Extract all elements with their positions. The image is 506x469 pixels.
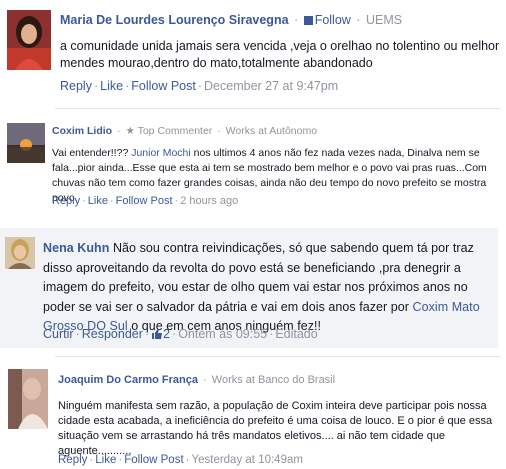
comment-actions: Curtir · Responder · 2 · Ontem às 09:55 · Editad… — [43, 327, 318, 343]
timestamp[interactable]: Ontem às 09:55 — [178, 327, 267, 341]
reply-link[interactable]: Reply — [52, 195, 80, 207]
comment-actions: Reply · Like · Follow Post · 2 hours ago — [52, 195, 239, 207]
thumbs-up-icon — [151, 328, 163, 343]
like-count[interactable]: 2 — [163, 327, 170, 341]
author-name[interactable]: Maria De Lourdes Lourenço Siravegna — [60, 13, 289, 27]
mention-link[interactable]: Junior Mochi — [131, 147, 191, 159]
comment-coxim-lidio: Coxim Lidio · ★ Top Commenter · Works at… — [0, 112, 506, 220]
comment-maria: Maria De Lourdes Lourenço Siravegna · Fo… — [0, 0, 506, 107]
author-name[interactable]: Nena Kuhn — [43, 241, 109, 255]
like-link[interactable]: Like — [88, 195, 108, 207]
like-link[interactable]: Like — [95, 454, 116, 466]
follow-icon — [303, 16, 313, 25]
comment-text: Ninguém manifesta sem razão, a população… — [58, 400, 493, 457]
like-link[interactable]: Like — [100, 79, 123, 93]
avatar[interactable] — [8, 369, 48, 429]
comment-header: Joaquim Do Carmo França · Works at Banco… — [58, 374, 336, 386]
avatar[interactable] — [7, 10, 51, 70]
timestamp[interactable]: December 27 at 9:47pm — [204, 79, 338, 93]
follow-post-link[interactable]: Follow Post — [124, 454, 183, 466]
text-part: Vai entender!!?? — [52, 147, 132, 159]
timestamp[interactable]: 2 hours ago — [180, 195, 238, 207]
author-name[interactable]: Joaquim Do Carmo França — [58, 374, 198, 386]
reply-link[interactable]: Reply — [60, 79, 92, 93]
follow-post-link[interactable]: Follow Post — [131, 79, 196, 93]
top-commenter-badge: Top Commenter — [137, 125, 213, 137]
edited-label[interactable]: Editado — [275, 327, 317, 341]
like-link[interactable]: Curtir — [43, 327, 74, 341]
comment-header: Coxim Lidio · ★ Top Commenter · Works at… — [52, 125, 318, 137]
comment-actions: Reply · Like · Follow Post · December 27 at 9:… — [60, 79, 339, 93]
reply-link[interactable]: Responder — [82, 327, 143, 341]
follow-post-link[interactable]: Follow Post — [116, 195, 173, 207]
avatar[interactable] — [7, 123, 45, 163]
reply-link[interactable]: Reply — [58, 454, 87, 466]
comment-nena-kuhn: Nena Kuhn Não sou contra reivindicações,… — [0, 228, 498, 348]
affiliation: Works at Banco do Brasil — [211, 374, 336, 386]
follow-link[interactable]: Follow — [315, 13, 351, 27]
author-name[interactable]: Coxim Lidio — [52, 125, 112, 137]
comment-text: a comunidade unida jamais sera vencida ,… — [60, 39, 500, 70]
comment-joaquim: Joaquim Do Carmo França · Works at Banco… — [0, 357, 506, 469]
divider — [55, 108, 501, 109]
affiliation: UEMS — [365, 13, 403, 27]
timestamp[interactable]: Yesterday at 10:49am — [191, 454, 302, 466]
affiliation: Works at Autônomo — [225, 125, 318, 137]
star-icon: ★ — [125, 125, 135, 137]
avatar[interactable] — [5, 237, 35, 269]
comment-header: Maria De Lourdes Lourenço Siravegna · Fo… — [60, 13, 403, 27]
comment-actions: Reply · Like · Follow Post · Yesterday at 10:4… — [58, 454, 303, 466]
comment-text: Nena Kuhn Não sou contra reivindicações,… — [43, 239, 491, 337]
